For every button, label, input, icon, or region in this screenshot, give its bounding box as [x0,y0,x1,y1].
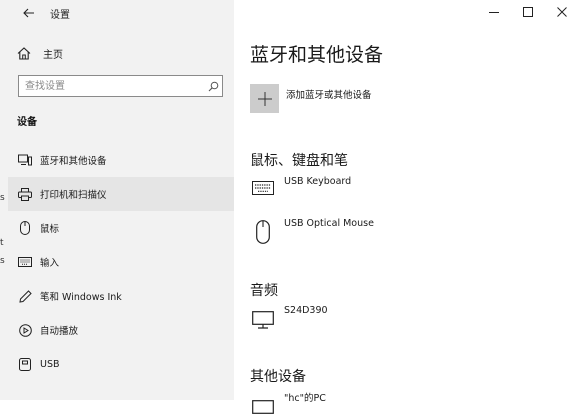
sidebar-item-label: 蓝牙和其他设备 [40,156,107,167]
settings-sidebar: 设置 主页 设备 蓝牙和其他设备 [8,0,234,400]
window-title: 设置 [50,10,70,21]
window-controls [477,0,579,24]
mouse-icon [18,221,32,235]
sidebar-item-mouse[interactable]: 鼠标 [8,211,234,245]
keyboard-icon [250,176,276,200]
monitor-icon [250,308,276,332]
autoplay-icon [18,323,32,337]
search-icon[interactable] [204,77,222,95]
maximize-button[interactable] [511,0,545,24]
usb-icon [18,357,32,371]
background-text-fragment: t [0,238,4,248]
sidebar-item-label: 自动播放 [40,326,79,337]
sidebar-item-typing[interactable]: 输入 [8,245,234,279]
sidebar-item-usb[interactable]: USB [8,347,234,381]
home-icon [17,46,31,60]
sidebar-item-pen[interactable]: 笔和 Windows Ink [8,279,234,313]
printer-icon [18,187,32,201]
page-title: 蓝牙和其他设备 [250,44,384,66]
close-button[interactable] [545,0,579,24]
keyboard-icon [18,255,32,269]
settings-search-box[interactable] [18,75,223,97]
home-label: 主页 [43,49,63,61]
sidebar-item-label: USB [40,358,60,370]
minimize-button[interactable] [477,0,511,24]
devices-nav-list: 蓝牙和其他设备 打印机和扫描仪 鼠标 输入 笔和 Windows Ink 自动播… [8,143,234,381]
add-device-label[interactable]: 添加蓝牙或其他设备 [286,87,372,101]
background-text-fragment: s [0,193,5,203]
device-name: S24D390 [284,305,328,316]
sidebar-item-label: 打印机和扫描仪 [40,190,107,201]
sidebar-item-label: 鼠标 [40,224,60,235]
sidebar-item-printers[interactable]: 打印机和扫描仪 [8,177,234,211]
back-arrow-icon [23,8,34,18]
back-button[interactable] [18,3,40,23]
add-device-button[interactable] [250,84,279,113]
device-name: USB Keyboard [284,176,352,187]
group-title-input-devices: 鼠标、键盘和笔 [250,153,348,169]
mouse-icon [250,220,276,244]
search-input[interactable] [19,77,204,95]
devices-section-title: 设备 [17,117,37,128]
maximize-icon [523,7,533,17]
device-name: USB Optical Mouse [284,218,374,229]
sidebar-item-label: 笔和 Windows Ink [40,292,122,303]
group-title-audio: 音频 [250,283,278,299]
close-icon [557,7,567,17]
pen-icon [18,289,32,303]
sidebar-item-autoplay[interactable]: 自动播放 [8,313,234,347]
sidebar-item-label: 输入 [40,258,60,269]
group-title-other-devices: 其他设备 [250,369,306,385]
home-link[interactable]: 主页 [17,44,63,62]
background-text-fragment: s [0,256,5,266]
computer-icon [250,395,276,419]
sidebar-item-bluetooth[interactable]: 蓝牙和其他设备 [8,143,234,177]
main-content: 蓝牙和其他设备 添加蓝牙或其他设备 鼠标、键盘和笔 USB Keyboard U… [234,0,579,414]
device-name: "hc"的PC [284,393,326,404]
minimize-icon [489,12,499,13]
plus-icon [257,91,272,106]
bluetooth-devices-icon [18,153,32,167]
